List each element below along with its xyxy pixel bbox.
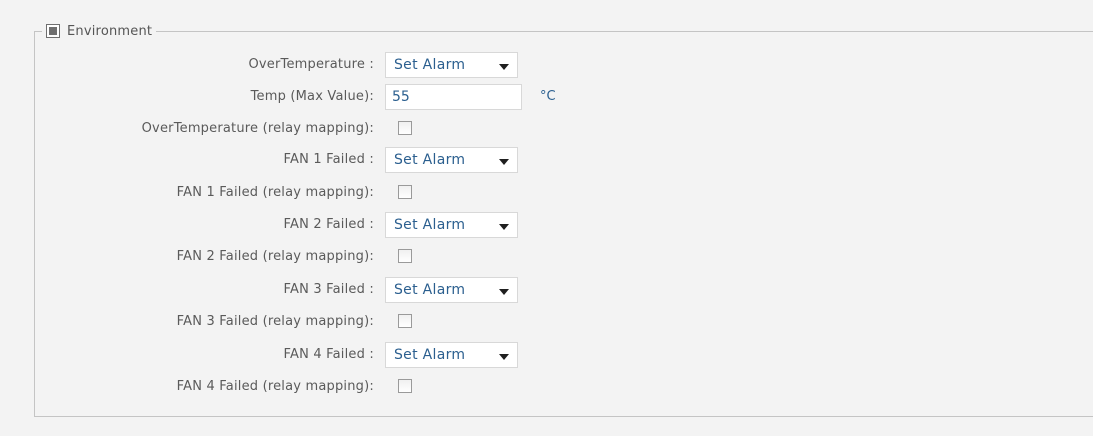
fan3-relay-row: FAN 3 Failed (relay mapping): <box>0 309 1093 335</box>
fan1-relay-row: FAN 1 Failed (relay mapping): <box>0 180 1093 206</box>
temp-max-input[interactable] <box>385 84 522 110</box>
caret-down-icon <box>499 224 509 230</box>
fan4-failed-select[interactable]: Set Alarm <box>385 342 518 368</box>
fan2-failed-row: FAN 2 Failed : Set Alarm <box>0 212 1093 238</box>
fan4-relay-checkbox[interactable] <box>398 379 412 393</box>
fan1-relay-label: FAN 1 Failed (relay mapping): <box>176 185 374 200</box>
overtemp-relay-checkbox[interactable] <box>398 121 412 135</box>
overtemp-select-value: Set Alarm <box>394 57 466 73</box>
environment-legend[interactable]: Environment <box>42 22 157 40</box>
fan3-relay-label: FAN 3 Failed (relay mapping): <box>176 314 374 329</box>
fan2-failed-select-value: Set Alarm <box>394 217 466 233</box>
fan1-failed-label: FAN 1 Failed : <box>283 152 374 167</box>
settings-panel: Environment OverTemperature : Set Alarm … <box>0 0 1093 436</box>
fan4-relay-label: FAN 4 Failed (relay mapping): <box>176 379 374 394</box>
overtemp-select[interactable]: Set Alarm <box>385 52 518 78</box>
temp-max-label: Temp (Max Value): <box>250 89 374 104</box>
fan3-failed-select-value: Set Alarm <box>394 282 466 298</box>
fan1-failed-select[interactable]: Set Alarm <box>385 147 518 173</box>
collapse-box-icon[interactable] <box>46 24 60 38</box>
overtemp-relay-label: OverTemperature (relay mapping): <box>141 121 374 136</box>
temp-unit: °C <box>540 89 556 104</box>
caret-down-icon <box>499 159 509 165</box>
caret-down-icon <box>499 289 509 295</box>
fan3-failed-select[interactable]: Set Alarm <box>385 277 518 303</box>
caret-down-icon <box>499 64 509 70</box>
fan1-failed-row: FAN 1 Failed : Set Alarm <box>0 147 1093 173</box>
fan2-relay-row: FAN 2 Failed (relay mapping): <box>0 244 1093 270</box>
section-title: Environment <box>67 23 153 39</box>
fan1-failed-select-value: Set Alarm <box>394 152 466 168</box>
temp-max-row: Temp (Max Value): °C <box>0 84 1093 110</box>
overtemp-relay-row: OverTemperature (relay mapping): <box>0 116 1093 142</box>
fan2-relay-checkbox[interactable] <box>398 249 412 263</box>
fan4-failed-label: FAN 4 Failed : <box>283 347 374 362</box>
fan2-failed-label: FAN 2 Failed : <box>283 217 374 232</box>
overtemp-row: OverTemperature : Set Alarm <box>0 52 1093 78</box>
fan2-relay-label: FAN 2 Failed (relay mapping): <box>176 249 374 264</box>
fan3-failed-row: FAN 3 Failed : Set Alarm <box>0 277 1093 303</box>
fan4-relay-row: FAN 4 Failed (relay mapping): <box>0 374 1093 400</box>
overtemp-label: OverTemperature : <box>248 57 374 72</box>
fan3-relay-checkbox[interactable] <box>398 314 412 328</box>
caret-down-icon <box>499 354 509 360</box>
fan1-relay-checkbox[interactable] <box>398 185 412 199</box>
fan4-failed-row: FAN 4 Failed : Set Alarm <box>0 342 1093 368</box>
fan2-failed-select[interactable]: Set Alarm <box>385 212 518 238</box>
fan4-failed-select-value: Set Alarm <box>394 347 466 363</box>
fan3-failed-label: FAN 3 Failed : <box>283 282 374 297</box>
